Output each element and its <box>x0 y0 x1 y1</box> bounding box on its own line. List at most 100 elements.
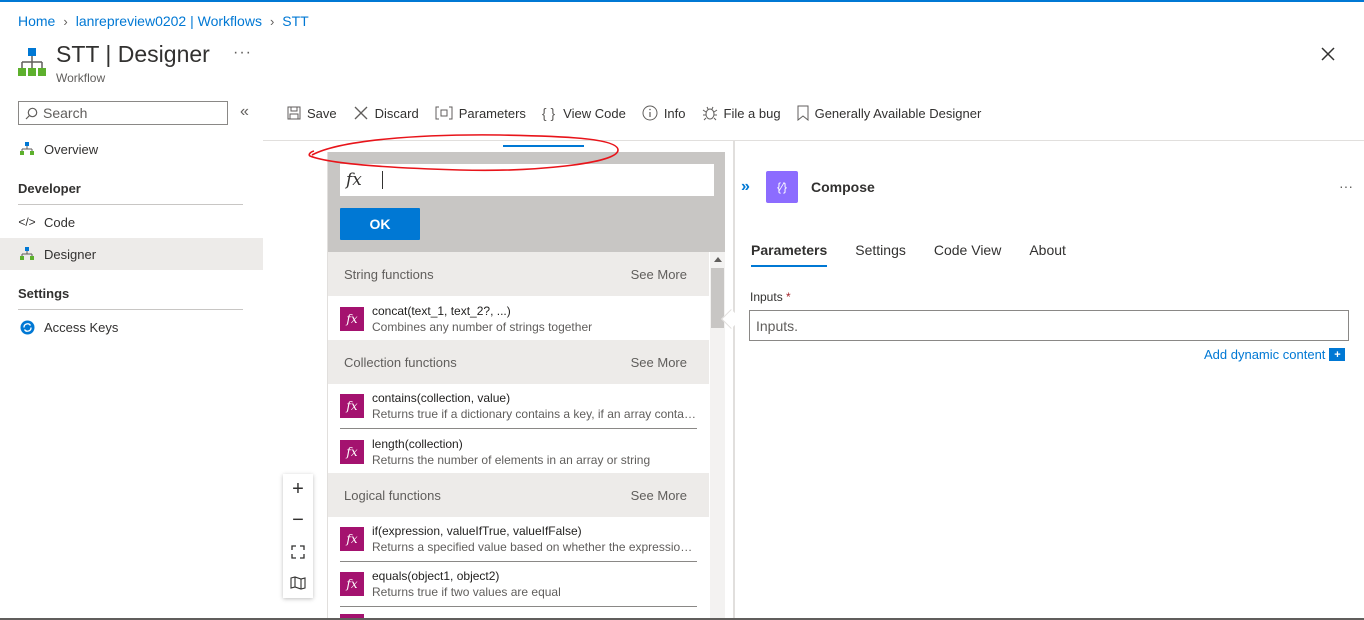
tab-parameters[interactable]: Parameters <box>751 242 828 267</box>
function-item-if[interactable]: fx if(expression, valueIfTrue, valueIfFa… <box>340 517 697 562</box>
save-icon <box>287 106 301 120</box>
ga-designer-button[interactable]: Generally Available Designer <box>797 105 982 121</box>
sidebar-item-designer[interactable]: Designer <box>0 238 263 270</box>
save-label: Save <box>307 105 337 121</box>
page-subtitle: Workflow <box>56 71 106 85</box>
category-logical-functions: Logical functions See More <box>328 473 709 517</box>
close-icon <box>354 106 368 120</box>
info-label: Info <box>663 105 686 121</box>
save-button[interactable]: Save <box>287 106 337 121</box>
see-more-link[interactable]: See More <box>631 267 687 282</box>
more-icon[interactable]: ··· <box>233 44 252 62</box>
function-name: concat(text_1, text_2?, ...) <box>372 303 511 318</box>
sidebar-item-code[interactable]: </> Code <box>0 206 263 238</box>
tab-settings[interactable]: Settings <box>855 242 906 258</box>
zoom-in-button[interactable]: + <box>283 474 313 505</box>
compose-icon: {⁄} <box>766 171 798 203</box>
bug-icon <box>702 106 717 121</box>
tab-about[interactable]: About <box>1029 242 1066 258</box>
function-icon: fx <box>340 306 364 331</box>
add-dynamic-content-link[interactable]: Add dynamic content + <box>1204 347 1346 362</box>
sidebar-item-overview[interactable]: Overview <box>0 133 263 165</box>
function-description: Returns true if a dictionary contains a … <box>372 407 697 421</box>
refresh-key-icon <box>18 318 36 336</box>
chevron-right-icon: › <box>63 13 68 29</box>
ga-designer-label: Generally Available Designer <box>814 105 982 121</box>
function-description: Returns the number of elements in an arr… <box>372 452 651 467</box>
function-item-length[interactable]: fx length(collection) Returns the number… <box>340 429 697 474</box>
function-name: length(collection) <box>372 436 463 451</box>
sidebar-group-developer: Developer <box>18 181 81 196</box>
inputs-label: Inputs * <box>750 290 791 304</box>
divider <box>18 309 243 310</box>
ok-button[interactable]: OK <box>340 208 420 240</box>
function-name: equals(object1, object2) <box>372 569 500 583</box>
fit-view-button[interactable] <box>283 536 313 567</box>
function-description: Combines any number of strings together <box>372 319 593 334</box>
function-name: if(expression, valueIfTrue, valueIfFalse… <box>372 524 582 538</box>
close-icon[interactable] <box>1317 43 1339 65</box>
workflow-icon <box>18 140 36 158</box>
view-code-label: View Code <box>563 105 626 121</box>
function-description: Returns a specified value based on wheth… <box>372 540 697 554</box>
more-icon[interactable]: ··· <box>1339 178 1353 194</box>
search-icon <box>25 107 38 119</box>
code-icon: </> <box>18 215 36 229</box>
collapse-sidebar-icon[interactable]: « <box>240 103 249 121</box>
sidebar-item-label: Designer <box>44 246 97 262</box>
file-bug-button[interactable]: File a bug <box>702 105 781 121</box>
chevron-right-icon: › <box>269 13 275 29</box>
search-placeholder: Search <box>43 105 88 121</box>
function-item-contains[interactable]: fx contains(collection, value) Returns t… <box>340 384 697 429</box>
expression-editor: fx OK String functions See More fx conca… <box>327 152 725 620</box>
discard-label: Discard <box>374 105 419 121</box>
zoom-out-button[interactable]: − <box>283 505 313 536</box>
expand-panel-icon[interactable]: » <box>741 178 750 196</box>
action-title[interactable]: Compose <box>811 179 875 195</box>
inputs-placeholder: Inputs. <box>756 317 799 334</box>
workflow-icon <box>18 245 36 263</box>
panel-border <box>733 141 735 620</box>
add-icon: + <box>1329 348 1346 361</box>
function-icon: fx <box>340 572 364 596</box>
function-item-equals[interactable]: fx equals(object1, object2) Returns true… <box>340 562 697 607</box>
top-accent-line <box>0 0 1364 2</box>
info-icon <box>642 105 658 121</box>
category-collection-functions: Collection functions See More <box>328 340 709 384</box>
search-input[interactable]: Search <box>18 101 228 125</box>
sidebar-item-access-keys[interactable]: Access Keys <box>0 311 263 343</box>
fit-view-icon <box>291 544 305 559</box>
minimap-button[interactable] <box>283 567 313 598</box>
panel-tabs: Parameters Settings Code View About <box>751 242 1094 267</box>
function-icon: fx <box>340 439 364 464</box>
workflow-icon <box>18 48 46 76</box>
category-string-functions: String functions See More <box>328 252 709 296</box>
bookmark-icon <box>797 105 809 121</box>
info-button[interactable]: Info <box>642 105 686 121</box>
function-item-concat[interactable]: fx concat(text_1, text_2?, ...) Combines… <box>340 296 697 341</box>
category-label: Collection functions <box>344 354 457 370</box>
category-label: String functions <box>344 266 434 282</box>
see-more-link[interactable]: See More <box>631 488 687 503</box>
see-more-link[interactable]: See More <box>631 355 687 370</box>
breadcrumb-stt[interactable]: STT <box>282 13 308 29</box>
annotation-ellipse-icon <box>308 134 619 172</box>
tab-code-view[interactable]: Code View <box>934 242 1001 258</box>
sidebar-item-label: Overview <box>44 141 99 157</box>
required-marker: * <box>786 290 791 304</box>
breadcrumb-home[interactable]: Home <box>18 13 55 29</box>
parameters-icon <box>435 106 453 120</box>
breadcrumb-workflows[interactable]: lanrepreview0202 | Workflows <box>76 13 262 29</box>
map-icon <box>290 575 306 590</box>
sidebar-item-label: Code <box>44 214 76 230</box>
inputs-field[interactable]: Inputs. <box>749 310 1349 341</box>
function-icon: fx <box>340 527 364 551</box>
parameters-button[interactable]: Parameters <box>435 106 526 121</box>
function-icon: fx <box>340 394 364 418</box>
function-name: contains(collection, value) <box>372 391 511 405</box>
view-code-button[interactable]: { } View Code <box>542 105 626 121</box>
scroll-up-icon[interactable] <box>714 257 722 262</box>
designer-toolbar: Save Discard Parameters { } View Code In… <box>287 103 997 123</box>
function-description: Returns true if two values are equal <box>372 585 561 599</box>
discard-button[interactable]: Discard <box>353 105 419 121</box>
